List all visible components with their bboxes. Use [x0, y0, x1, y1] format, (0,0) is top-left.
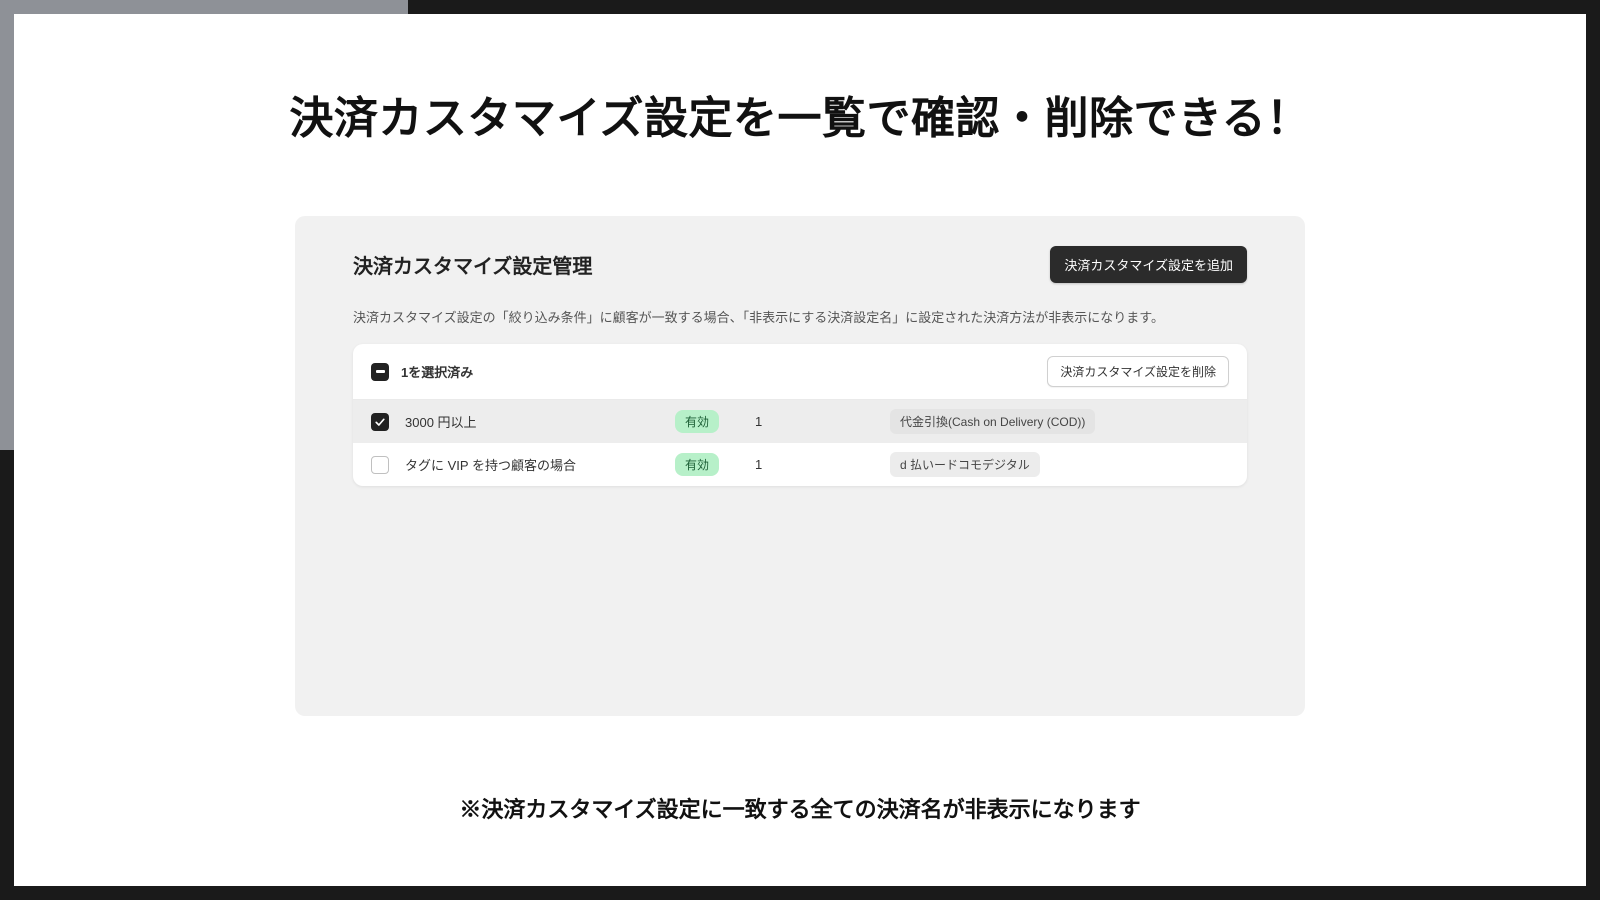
selection-left-group: 1を選択済み: [371, 362, 473, 381]
table-row[interactable]: タグに VIP を持つ顧客の場合 有効 1 d 払いードコモデジタル: [353, 443, 1247, 486]
status-badge: 有効: [675, 410, 719, 433]
select-all-checkbox-indeterminate[interactable]: [371, 363, 389, 381]
add-setting-button[interactable]: 決済カスタマイズ設定を追加: [1050, 246, 1247, 283]
selection-header-row: 1を選択済み 決済カスタマイズ設定を削除: [353, 344, 1247, 400]
payment-tag: d 払いードコモデジタル: [890, 452, 1040, 477]
row-name: タグに VIP を持つ顧客の場合: [405, 455, 675, 474]
panel-title: 決済カスタマイズ設定管理: [353, 250, 592, 279]
selection-count-text: 1を選択済み: [401, 362, 473, 381]
row-count: 1: [755, 414, 890, 429]
row-checkbox-checked[interactable]: [371, 413, 389, 431]
status-badge: 有効: [675, 453, 719, 476]
delete-setting-button[interactable]: 決済カスタマイズ設定を削除: [1047, 356, 1229, 387]
footer-note: ※決済カスタマイズ設定に一致する全ての決済名が非表示になります: [14, 792, 1586, 824]
settings-table: 1を選択済み 決済カスタマイズ設定を削除 3000 円以上 有効 1 代金引換(…: [353, 344, 1247, 486]
row-checkbox-empty[interactable]: [371, 456, 389, 474]
payment-tag: 代金引換(Cash on Delivery (COD)): [890, 409, 1095, 434]
panel-description: 決済カスタマイズ設定の「絞り込み条件」に顧客が一致する場合、「非表示にする決済設…: [353, 307, 1247, 326]
settings-panel: 決済カスタマイズ設定管理 決済カスタマイズ設定を追加 決済カスタマイズ設定の「絞…: [295, 216, 1305, 716]
table-row[interactable]: 3000 円以上 有効 1 代金引換(Cash on Delivery (COD…: [353, 400, 1247, 443]
row-name: 3000 円以上: [405, 412, 675, 431]
row-count: 1: [755, 457, 890, 472]
main-card: 決済カスタマイズ設定を一覧で確認・削除できる！ 決済カスタマイズ設定管理 決済カ…: [14, 14, 1586, 886]
page-title: 決済カスタマイズ設定を一覧で確認・削除できる！: [289, 82, 1310, 146]
panel-header: 決済カスタマイズ設定管理 決済カスタマイズ設定を追加: [353, 246, 1247, 283]
check-icon: [374, 416, 386, 428]
